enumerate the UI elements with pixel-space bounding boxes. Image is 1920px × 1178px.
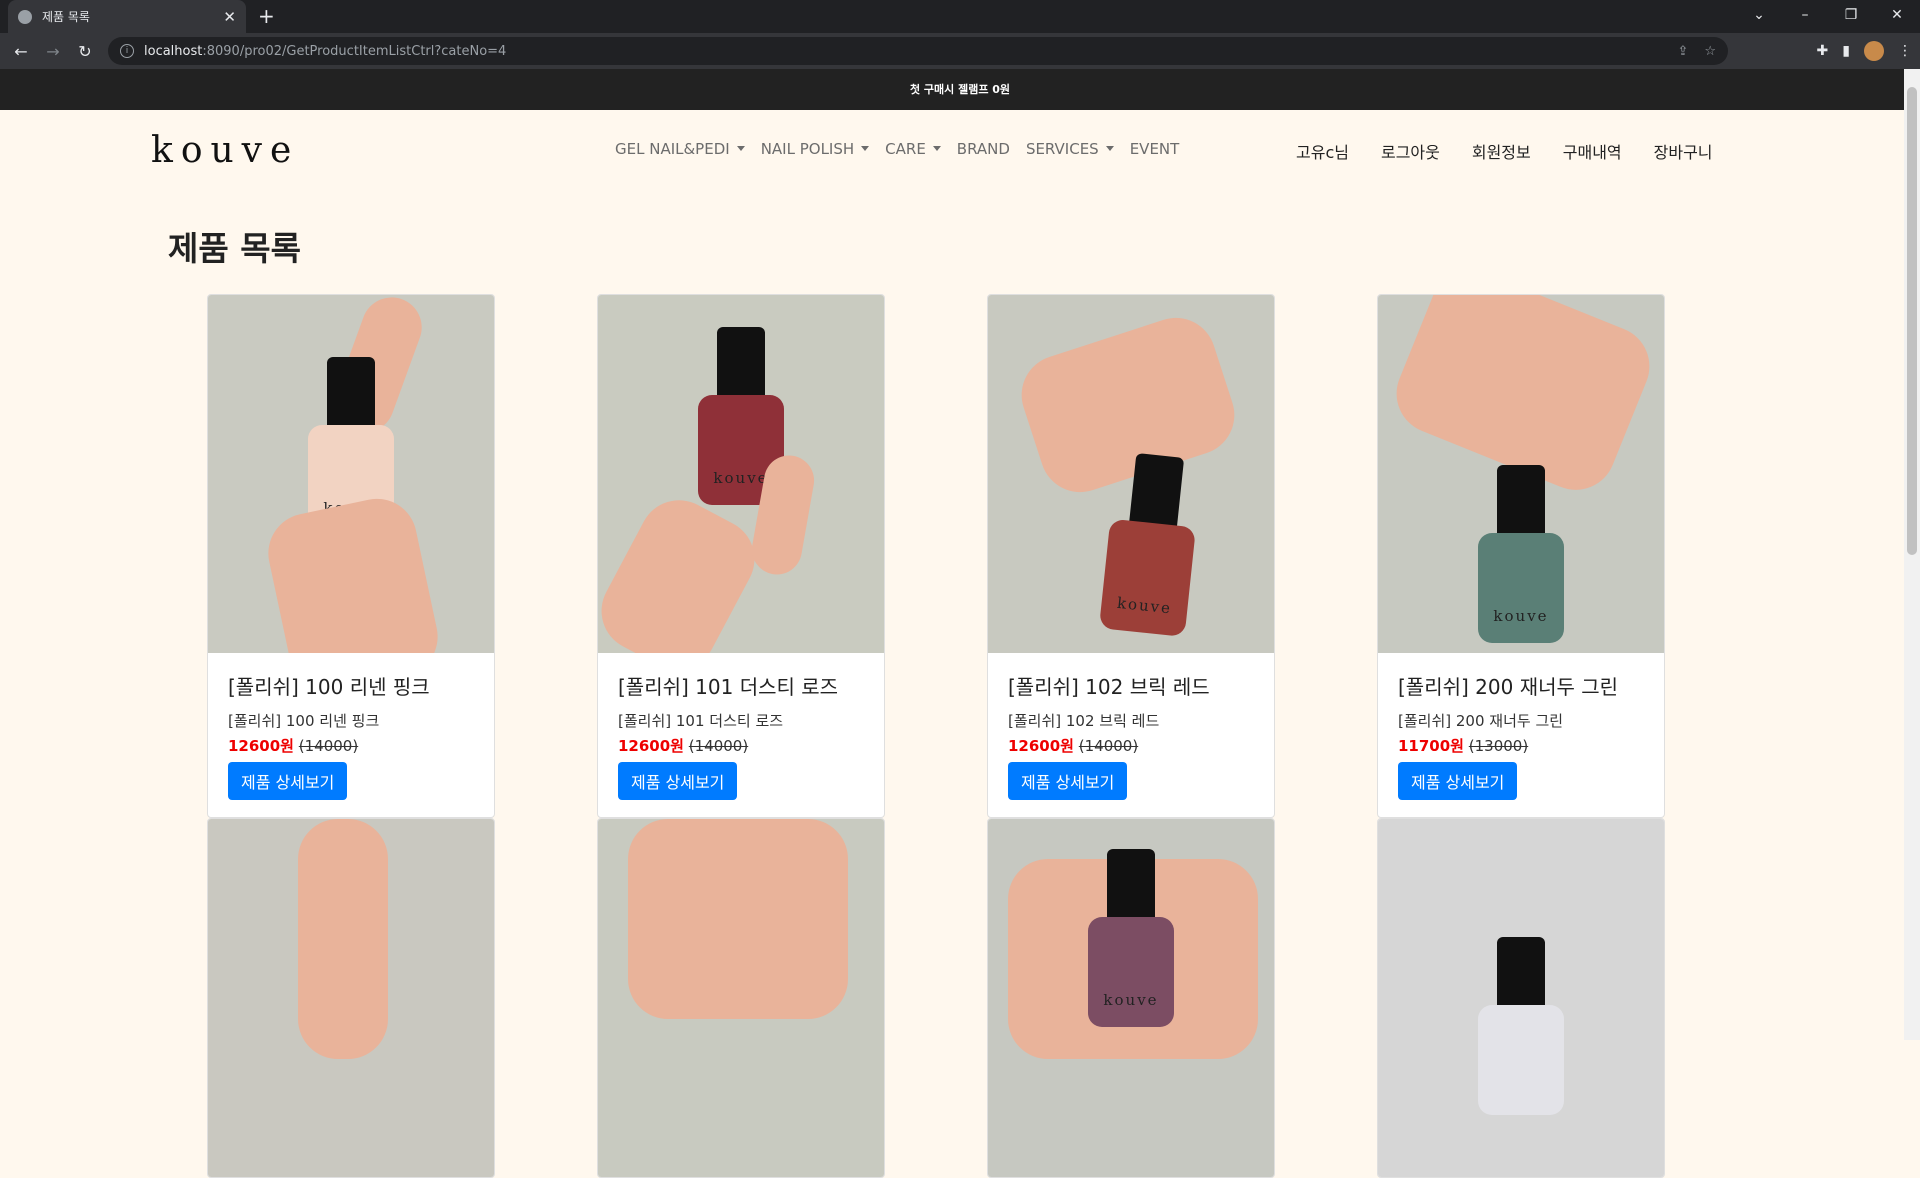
promo-banner: 첫 구매시 젤램프 0원	[0, 69, 1920, 110]
minimize-icon[interactable]: –	[1782, 0, 1828, 33]
product-card: kouve [폴리쉬] 101 더스티 로즈 [폴리쉬] 101 더스티 로즈 …	[597, 294, 885, 818]
product-image[interactable]	[598, 819, 884, 1177]
product-image[interactable]: kouve	[208, 295, 494, 653]
product-image[interactable]: kouve	[1378, 295, 1664, 653]
purchase-history-link[interactable]: 구매내역	[1563, 139, 1622, 163]
product-detail-button[interactable]: 제품 상세보기	[1398, 762, 1518, 800]
product-desc: [폴리쉬] 200 재너두 그린	[1398, 712, 1564, 730]
sale-price: 12600원	[1008, 737, 1074, 755]
globe-icon	[18, 9, 32, 24]
address-bar[interactable]: i localhost :8090/pro02/GetProductItemLi…	[108, 37, 1728, 65]
sale-price: 12600원	[228, 737, 294, 755]
product-price: 12600원 (14000)	[1008, 735, 1254, 756]
original-price: (14000)	[688, 737, 749, 755]
product-grid: kouve [폴리쉬] 100 리넨 핑크 [폴리쉬] 100 리넨 핑크 12…	[207, 294, 1665, 1178]
site-logo[interactable]: kouve	[151, 130, 299, 171]
browser-menu-icon[interactable]: ⋮	[1898, 43, 1912, 59]
close-tab-icon[interactable]: ✕	[223, 8, 236, 26]
product-image[interactable]	[1378, 819, 1664, 1177]
member-info-link[interactable]: 회원정보	[1472, 139, 1531, 163]
bottle-brand: kouve	[1493, 607, 1549, 625]
window-controls: ⌄ – ❐ ✕	[1736, 0, 1920, 33]
new-tab-icon[interactable]: +	[258, 4, 275, 28]
product-image[interactable]: kouve	[988, 295, 1274, 653]
browser-toolbar: ← → ↻ i localhost :8090/pro02/GetProduct…	[0, 33, 1920, 69]
product-image[interactable]: kouve	[598, 295, 884, 653]
tab-search-icon[interactable]: ⌄	[1736, 0, 1782, 33]
product-card: kouve [폴리쉬] 102 브릭 레드 [폴리쉬] 102 브릭 레드 12…	[987, 294, 1275, 818]
bottle-brand: kouve	[1103, 991, 1159, 1009]
sale-price: 12600원	[618, 737, 684, 755]
user-menu: 고유c님 로그아웃 회원정보 구매내역 장바구니	[1296, 139, 1713, 163]
menu-nail-polish[interactable]: NAIL POLISH	[761, 140, 869, 158]
product-price: 12600원 (14000)	[618, 735, 864, 756]
menu-services[interactable]: SERVICES	[1026, 140, 1114, 158]
product-card	[1377, 818, 1665, 1178]
hand-graphic	[260, 491, 446, 653]
product-detail-button[interactable]: 제품 상세보기	[228, 762, 348, 800]
page-title: 제품 목록	[168, 229, 301, 268]
product-detail-button[interactable]: 제품 상세보기	[1008, 762, 1128, 800]
bookmark-star-icon[interactable]: ☆	[1704, 44, 1716, 59]
product-price: 11700원 (13000)	[1398, 735, 1644, 756]
product-name: [폴리쉬] 200 재너두 그린	[1398, 675, 1619, 699]
product-name: [폴리쉬] 102 브릭 레드	[1008, 675, 1210, 699]
menu-gel-nail[interactable]: GEL NAIL&PEDI	[615, 140, 745, 158]
polish-bottle: kouve	[1088, 849, 1174, 1027]
product-card: kouve [폴리쉬] 100 리넨 핑크 [폴리쉬] 100 리넨 핑크 12…	[207, 294, 495, 818]
product-desc: [폴리쉬] 101 더스티 로즈	[618, 712, 784, 730]
product-desc: [폴리쉬] 100 리넨 핑크	[228, 712, 380, 730]
product-detail-button[interactable]: 제품 상세보기	[618, 762, 738, 800]
product-card	[597, 818, 885, 1178]
product-image[interactable]	[208, 819, 494, 1177]
site-info-icon[interactable]: i	[120, 44, 134, 58]
forward-icon[interactable]: →	[40, 42, 66, 61]
original-price: (14000)	[298, 737, 359, 755]
polish-bottle: kouve	[1098, 451, 1203, 638]
page-scrollbar[interactable]	[1904, 69, 1920, 1040]
side-panel-icon[interactable]: ▮	[1842, 43, 1850, 59]
logout-link[interactable]: 로그아웃	[1381, 139, 1440, 163]
share-icon[interactable]: ⇪	[1677, 44, 1688, 59]
restore-icon[interactable]: ❐	[1828, 0, 1874, 33]
product-name: [폴리쉬] 100 리넨 핑크	[228, 675, 430, 699]
product-desc: [폴리쉬] 102 브릭 레드	[1008, 712, 1160, 730]
reload-icon[interactable]: ↻	[72, 42, 98, 61]
url-host: localhost	[144, 43, 203, 59]
polish-bottle: kouve	[1478, 465, 1564, 643]
product-card	[207, 818, 495, 1178]
main-menu: GEL NAIL&PEDI NAIL POLISH CARE BRAND SER…	[615, 140, 1179, 158]
bottle-brand: kouve	[1116, 593, 1173, 618]
product-card: kouve [폴리쉬] 200 재너두 그린 [폴리쉬] 200 재너두 그린 …	[1377, 294, 1665, 818]
profile-avatar[interactable]	[1864, 41, 1884, 61]
product-price: 12600원 (14000)	[228, 735, 474, 756]
site-header: kouve GEL NAIL&PEDI NAIL POLISH CARE BRA…	[0, 110, 1920, 190]
back-icon[interactable]: ←	[8, 42, 34, 61]
close-window-icon[interactable]: ✕	[1874, 0, 1920, 33]
hand-graphic	[298, 819, 388, 1059]
menu-brand[interactable]: BRAND	[957, 140, 1010, 158]
extensions-icon[interactable]: ✚	[1817, 43, 1829, 59]
product-card: kouve	[987, 818, 1275, 1178]
sale-price: 11700원	[1398, 737, 1464, 755]
user-name-link[interactable]: 고유c님	[1296, 139, 1349, 163]
menu-care[interactable]: CARE	[885, 140, 941, 158]
original-price: (14000)	[1078, 737, 1139, 755]
product-image[interactable]: kouve	[988, 819, 1274, 1177]
polish-bottle	[1478, 937, 1564, 1115]
hand-graphic	[628, 819, 848, 1019]
tab-title: 제품 목록	[42, 10, 90, 24]
hand-graphic	[598, 486, 769, 653]
browser-tab[interactable]: 제품 목록 ✕	[8, 0, 246, 33]
menu-event[interactable]: EVENT	[1130, 140, 1180, 158]
browser-tabbar: 제품 목록 ✕ + ⌄ – ❐ ✕	[0, 0, 1920, 33]
url-path: :8090/pro02/GetProductItemListCtrl?cateN…	[202, 43, 507, 59]
product-name: [폴리쉬] 101 더스티 로즈	[618, 675, 839, 699]
original-price: (13000)	[1468, 737, 1529, 755]
cart-link[interactable]: 장바구니	[1654, 139, 1713, 163]
